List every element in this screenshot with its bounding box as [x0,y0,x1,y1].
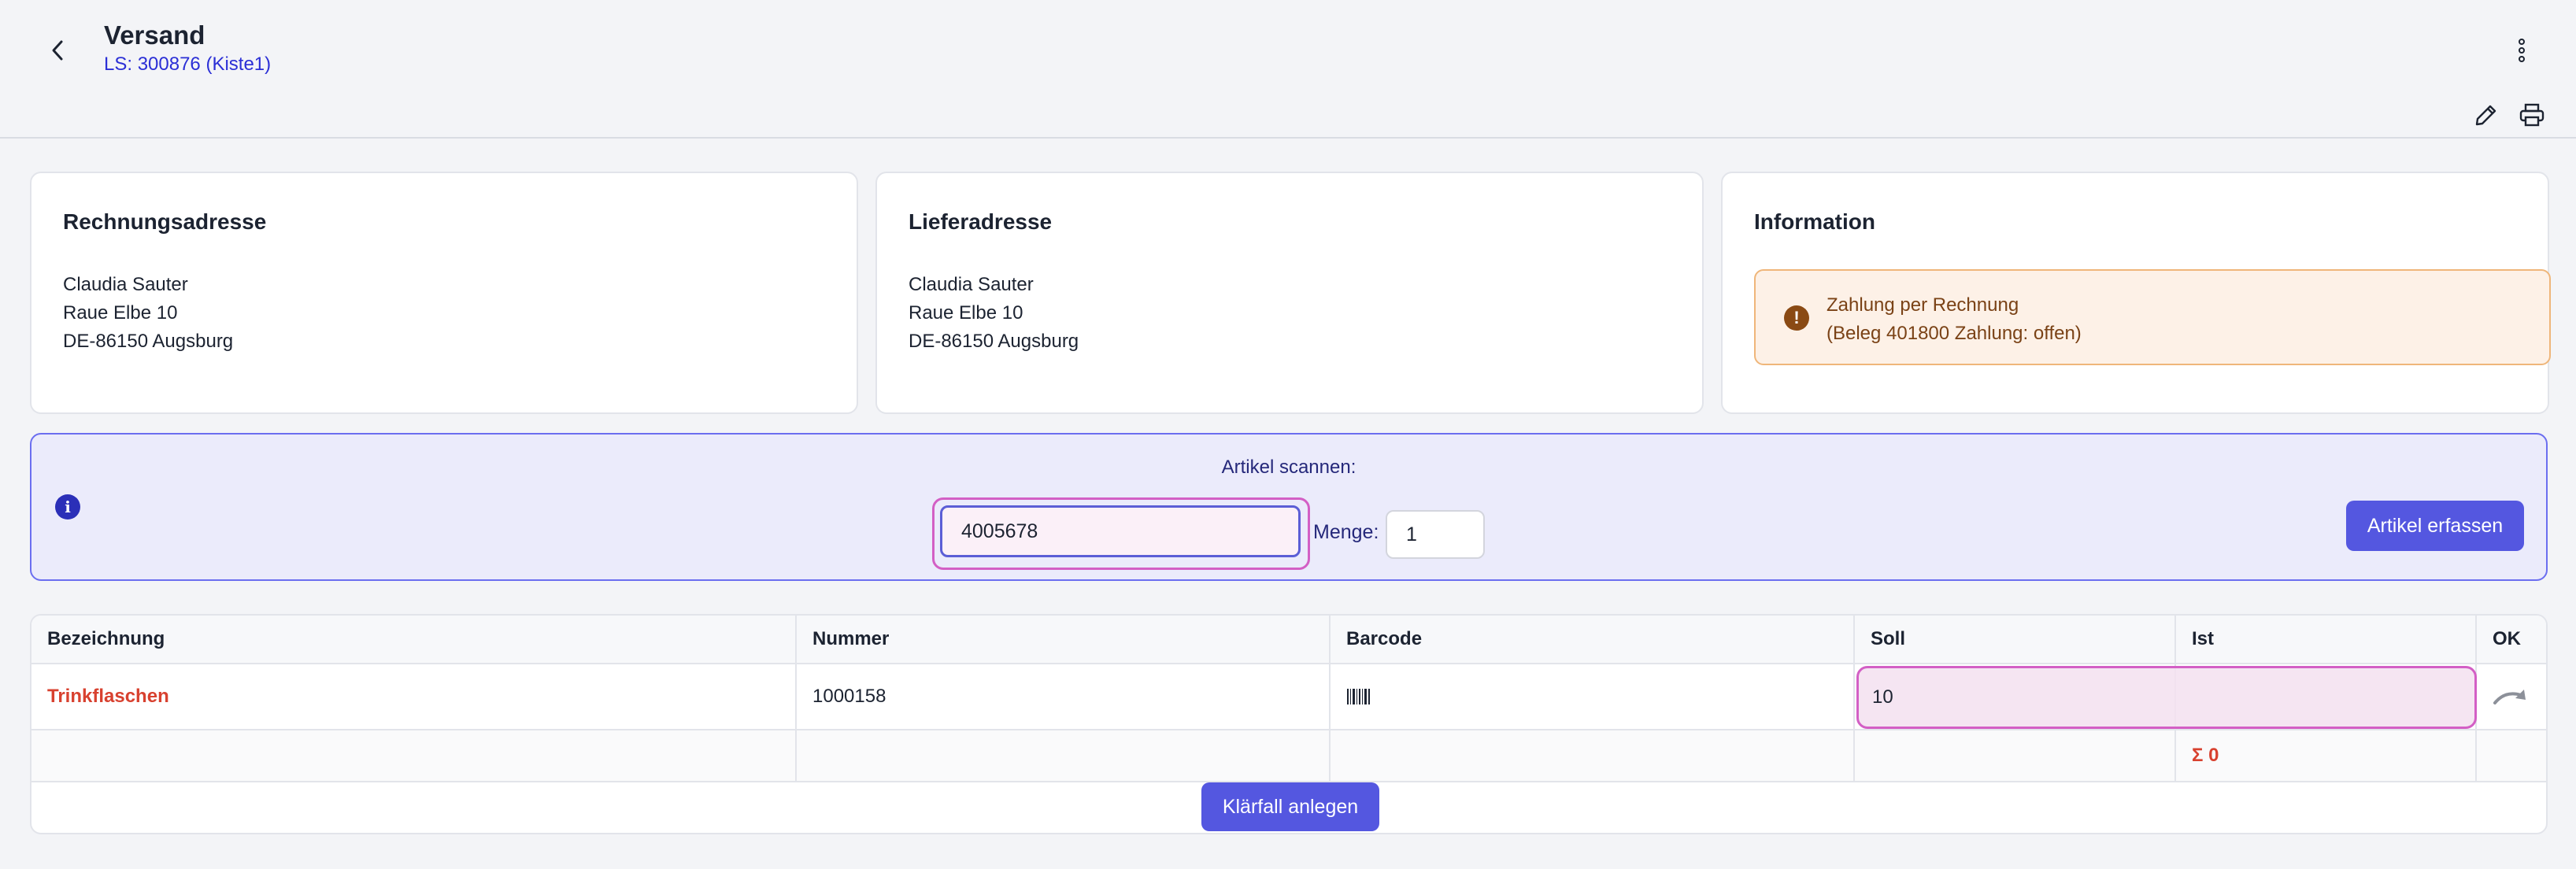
column-header-ok: OK [2493,628,2521,649]
column-header-ist: Ist [2176,616,2477,663]
soll-value: 10 [1872,686,1893,708]
barcode-icon [1347,689,1370,704]
billing-name: Claudia Sauter [63,274,188,295]
table-footer-row: Σ 0 [31,730,2546,782]
column-header-bezeichnung: Bezeichnung [31,616,797,663]
billing-street: Raue Elbe 10 [63,302,178,324]
footer-cell-bezeichnung [31,730,797,781]
footer-cell-nummer [797,730,1331,781]
edit-button[interactable] [2471,99,2502,131]
exclamation-icon: ! [1784,305,1809,331]
billing-address-title: Rechnungsadresse [63,209,267,234]
kebab-icon [2519,39,2525,62]
payment-status: (Beleg 401800 Zahlung: offen) [1827,323,2082,344]
footer-cell-soll [1855,730,2176,781]
billing-address: Claudia Sauter Raue Elbe 10 DE-86150 Aug… [63,271,233,356]
back-button[interactable] [44,35,71,66]
cell-barcode [1331,664,1855,729]
payment-alert: ! Zahlung per Rechnung (Beleg 401800 Zah… [1754,269,2551,365]
information-title: Information [1754,209,1875,234]
shipping-name: Claudia Sauter [909,274,1034,295]
barcode-scan-input[interactable] [940,505,1301,557]
cell-ok [2477,664,2546,729]
page-title: Versand [104,20,205,50]
column-header-soll: Soll [1855,616,2176,663]
delivery-note-link[interactable]: LS: 300876 (Kiste1) [104,54,271,76]
shipping-street: Raue Elbe 10 [909,302,1023,324]
payment-method: Zahlung per Rechnung [1827,294,2019,316]
chevron-left-icon [52,40,63,61]
table-header-row: Bezeichnung Nummer Barcode Soll Ist OK [31,616,2546,664]
footer-cell-ok [2477,730,2546,781]
article-table: Bezeichnung Nummer Barcode Soll Ist OK T… [30,614,2548,834]
capture-article-button[interactable]: Artikel erfassen [2346,501,2524,551]
ist-sum: Σ 0 [2192,745,2219,766]
quantity-input[interactable] [1386,510,1485,559]
billing-city: DE-86150 Augsburg [63,331,234,352]
shipping-address-title: Lieferadresse [909,209,1053,234]
footer-cell-barcode [1331,730,1855,781]
quantity-label: Menge: [1313,521,1379,543]
article-grid: Bezeichnung Nummer Barcode Soll Ist OK T… [31,616,2546,782]
soll-ist-highlight [1856,666,2477,729]
cell-bezeichnung: Trinkflaschen [31,664,797,729]
page-header: Versand LS: 300876 (Kiste1) [0,0,2576,139]
pencil-icon [2475,105,2496,126]
column-header-nummer: Nummer [797,616,1331,663]
shipping-address: Claudia Sauter Raue Elbe 10 DE-86150 Aug… [909,271,1079,356]
print-button[interactable] [2516,99,2548,131]
footer-cell-ist: Σ 0 [2176,730,2477,781]
info-icon: i [55,494,80,520]
create-clarification-case-button[interactable]: Klärfall anlegen [1201,782,1379,831]
scan-panel: i Artikel scannen: Menge: Artikel erfass… [30,433,2548,581]
redo-arrow-icon[interactable] [2493,687,2527,706]
shipping-address-card: Lieferadresse Claudia Sauter Raue Elbe 1… [875,172,1704,414]
printer-icon [2519,103,2545,127]
payment-alert-text: Zahlung per Rechnung (Beleg 401800 Zahlu… [1827,291,2082,348]
information-card: Information ! Zahlung per Rechnung (Bele… [1721,172,2551,414]
column-header-barcode: Barcode [1331,616,1855,663]
item-name[interactable]: Trinkflaschen [47,686,169,708]
billing-address-card: Rechnungsadresse Claudia Sauter Raue Elb… [30,172,858,414]
shipping-city: DE-86150 Augsburg [909,331,1079,352]
cell-nummer: 1000158 [797,664,1331,729]
more-menu-button[interactable] [2510,35,2533,66]
scan-label: Artikel scannen: [1221,457,1356,478]
